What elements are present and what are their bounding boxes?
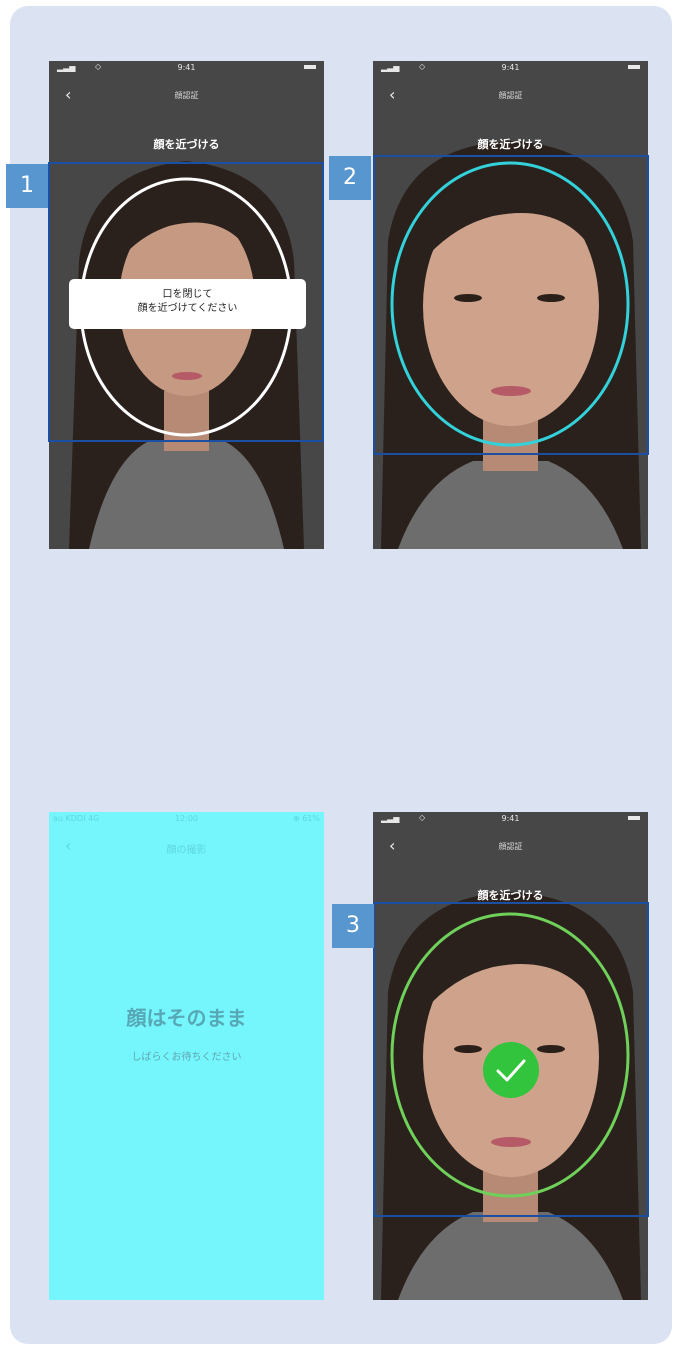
processing-message-sub: しばらくお待ちください (131, 1052, 242, 1063)
highlight-box-2 (373, 155, 649, 455)
battery-icon (628, 816, 640, 820)
battery-status: ⊕ 61% (292, 814, 320, 823)
nav-title: 顔認証 (174, 91, 199, 100)
status-bar: ▂▃▅ ◇ 9:41 (373, 61, 648, 75)
highlight-box-3 (373, 902, 649, 1217)
battery-icon (628, 65, 640, 69)
status-time: 9:41 (501, 814, 520, 823)
battery-icon (304, 65, 316, 69)
status-bar: ▂▃▅ ◇ 9:41 (49, 61, 324, 75)
screen-heading: 顔を近づける (477, 889, 544, 902)
nav-title: 顔認証 (498, 91, 523, 100)
nav-title: 顔認証 (498, 842, 523, 851)
screen-heading: 顔を近づける (153, 138, 220, 151)
screen-heading: 顔を近づける (477, 138, 544, 151)
phone-screen-processing: au KDDI 4G 12:00 ⊕ 61% ‹ 顔の撮影 顔はそのまま しばら… (49, 812, 324, 1300)
step-badge-3: 3 (332, 904, 374, 948)
status-bar: ▂▃▅ ◇ 9:41 (373, 812, 648, 826)
status-time: 9:41 (177, 63, 196, 72)
step-badge-1: 1 (6, 164, 48, 208)
highlight-box-1 (48, 162, 324, 442)
status-time: 9:41 (501, 63, 520, 72)
processing-message-title: 顔はそのまま (126, 1006, 247, 1030)
status-time: 12:00 (174, 814, 199, 823)
nav-title: 顔の撮影 (166, 845, 207, 856)
step-badge-2: 2 (329, 156, 371, 200)
status-bar: au KDDI 4G 12:00 ⊕ 61% (49, 812, 324, 826)
